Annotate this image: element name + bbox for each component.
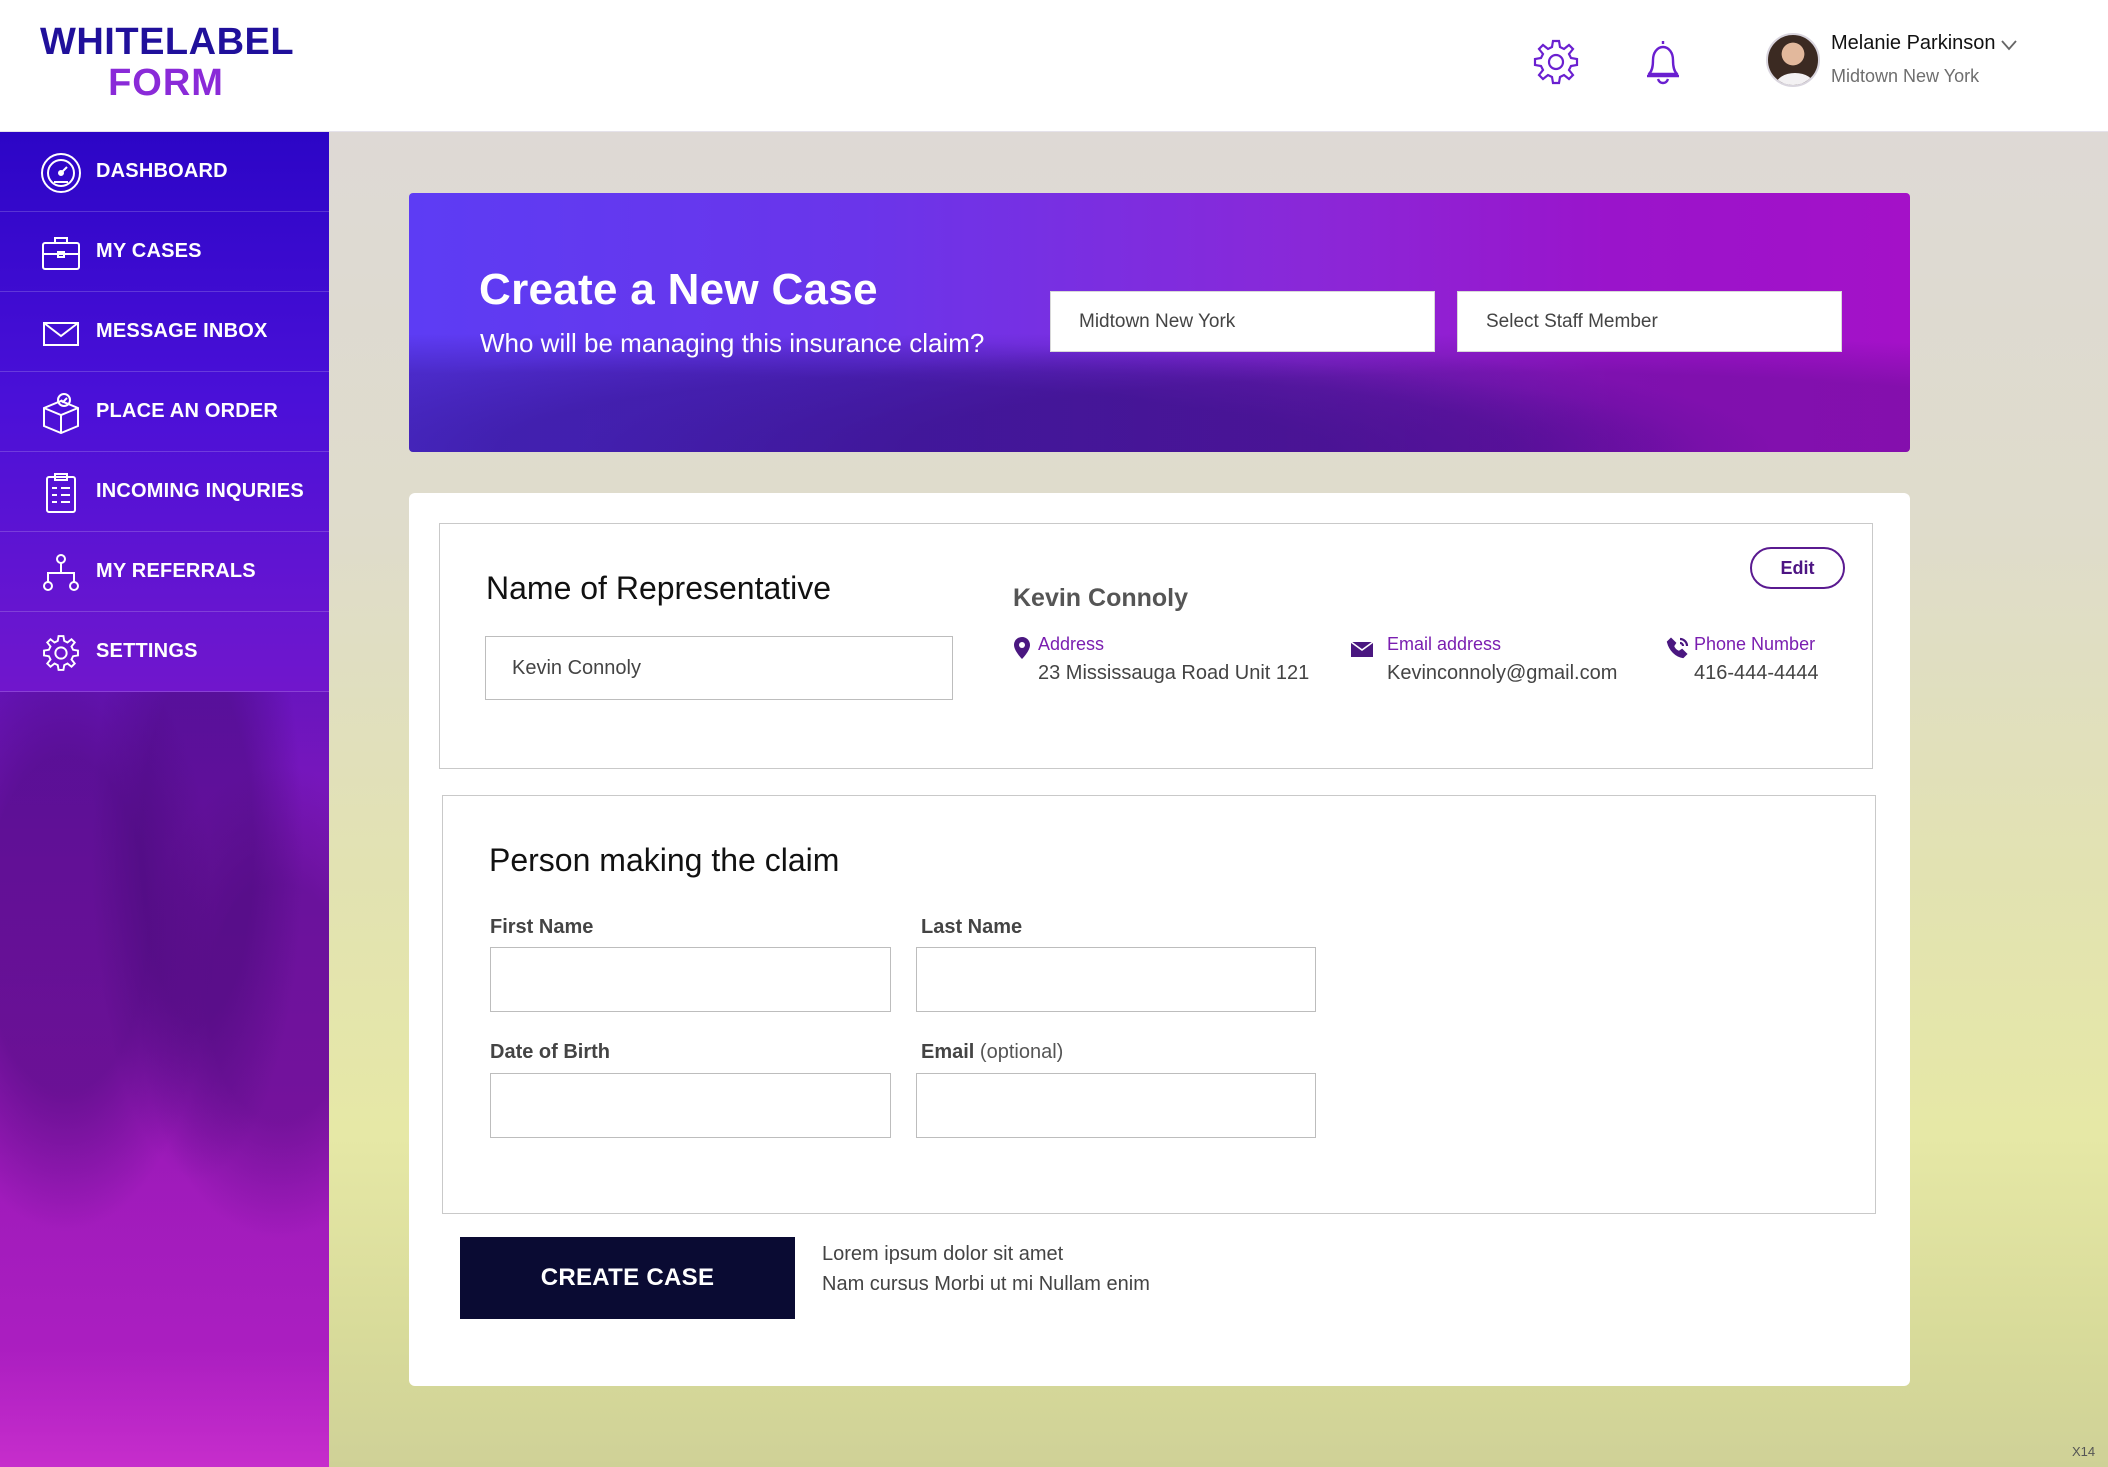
sidebar-nav: DASHBOARD MY CASES MESSAGE INBOX PLACE A… <box>0 132 329 692</box>
gear-icon <box>40 632 82 674</box>
sidebar: DASHBOARD MY CASES MESSAGE INBOX PLACE A… <box>0 132 329 1467</box>
first-name-label: First Name <box>490 916 594 938</box>
staff-member-select[interactable]: Select Staff Member <box>1457 291 1842 352</box>
top-header: WHITELABEL FORM Melanie Parkinson Midtow… <box>0 0 2108 132</box>
briefcase-icon <box>40 232 82 274</box>
optional-tag: (optional) <box>979 1041 1064 1063</box>
phone-label: Phone Number <box>1694 634 1816 654</box>
page-title: Create a New Case <box>479 265 878 314</box>
page-subtitle: Who will be managing this insurance clai… <box>480 328 985 358</box>
location-select[interactable]: Midtown New York <box>1050 291 1435 352</box>
sidebar-item-label: MESSAGE INBOX <box>96 320 268 342</box>
sidebar-item-label: MY REFERRALS <box>96 560 256 582</box>
footer-note-line-2: Nam cursus Morbi ut mi Nullam enim <box>822 1273 1150 1295</box>
envelope-icon <box>40 312 82 354</box>
first-name-input[interactable] <box>490 947 891 1012</box>
network-icon <box>40 552 82 594</box>
bell-icon[interactable] <box>1637 36 1689 88</box>
map-pin-icon <box>1010 636 1034 660</box>
chevron-down-icon[interactable] <box>2000 38 2018 52</box>
date-of-birth-input[interactable] <box>490 1073 891 1138</box>
claimant-section-title: Person making the claim <box>489 842 840 878</box>
sidebar-item-dashboard[interactable]: DASHBOARD <box>0 132 329 212</box>
speedometer-icon <box>40 152 82 194</box>
phone-value: 416-444-4444 <box>1694 662 1819 684</box>
envelope-icon <box>1350 637 1374 661</box>
sidebar-item-message-inbox[interactable]: MESSAGE INBOX <box>0 292 329 372</box>
sidebar-item-settings[interactable]: SETTINGS <box>0 612 329 692</box>
date-of-birth-label: Date of Birth <box>490 1041 610 1063</box>
sidebar-item-my-referrals[interactable]: MY REFERRALS <box>0 532 329 612</box>
gear-icon[interactable] <box>1530 36 1582 88</box>
user-name[interactable]: Melanie Parkinson <box>1831 32 1996 55</box>
clipboard-icon <box>40 472 82 514</box>
create-case-button[interactable]: CREATE CASE <box>460 1237 795 1319</box>
email-field-label: Email (optional) <box>921 1041 1063 1064</box>
phone-icon <box>1666 636 1690 660</box>
email-field-label-text: Email <box>921 1041 975 1063</box>
avatar[interactable] <box>1766 33 1820 87</box>
sidebar-item-label: SETTINGS <box>96 640 198 662</box>
sidebar-item-label: MY CASES <box>96 240 202 262</box>
user-location: Midtown New York <box>1831 66 1980 86</box>
email-label: Email address <box>1387 634 1502 654</box>
brand-line-2: FORM <box>108 62 224 105</box>
sidebar-item-label: PLACE AN ORDER <box>96 400 279 422</box>
sidebar-item-label: INCOMING INQURIES <box>96 480 304 502</box>
address-label: Address <box>1038 634 1105 654</box>
box-check-icon <box>40 392 82 434</box>
email-field[interactable] <box>916 1073 1316 1138</box>
representative-name: Kevin Connoly <box>1013 584 1189 612</box>
address-value: 23 Mississauga Road Unit 121 <box>1038 662 1310 684</box>
sidebar-background-image <box>0 692 329 1467</box>
sidebar-item-label: DASHBOARD <box>96 160 228 182</box>
brand-line-1: WHITELABEL <box>40 21 295 63</box>
email-value: Kevinconnoly@gmail.com <box>1387 662 1618 684</box>
footer-note-line-1: Lorem ipsum dolor sit amet <box>822 1243 1064 1265</box>
brand-logo[interactable]: WHITELABEL FORM <box>40 21 295 105</box>
representative-section-title: Name of Representative <box>486 570 832 606</box>
edit-button[interactable]: Edit <box>1750 547 1845 589</box>
last-name-input[interactable] <box>916 947 1316 1012</box>
last-name-label: Last Name <box>921 916 1023 938</box>
corner-tag: X14 <box>2072 1444 2096 1459</box>
sidebar-item-place-an-order[interactable]: PLACE AN ORDER <box>0 372 329 452</box>
representative-name-input[interactable]: Kevin Connoly <box>485 636 953 700</box>
sidebar-item-my-cases[interactable]: MY CASES <box>0 212 329 292</box>
sidebar-item-incoming-inquries[interactable]: INCOMING INQURIES <box>0 452 329 532</box>
